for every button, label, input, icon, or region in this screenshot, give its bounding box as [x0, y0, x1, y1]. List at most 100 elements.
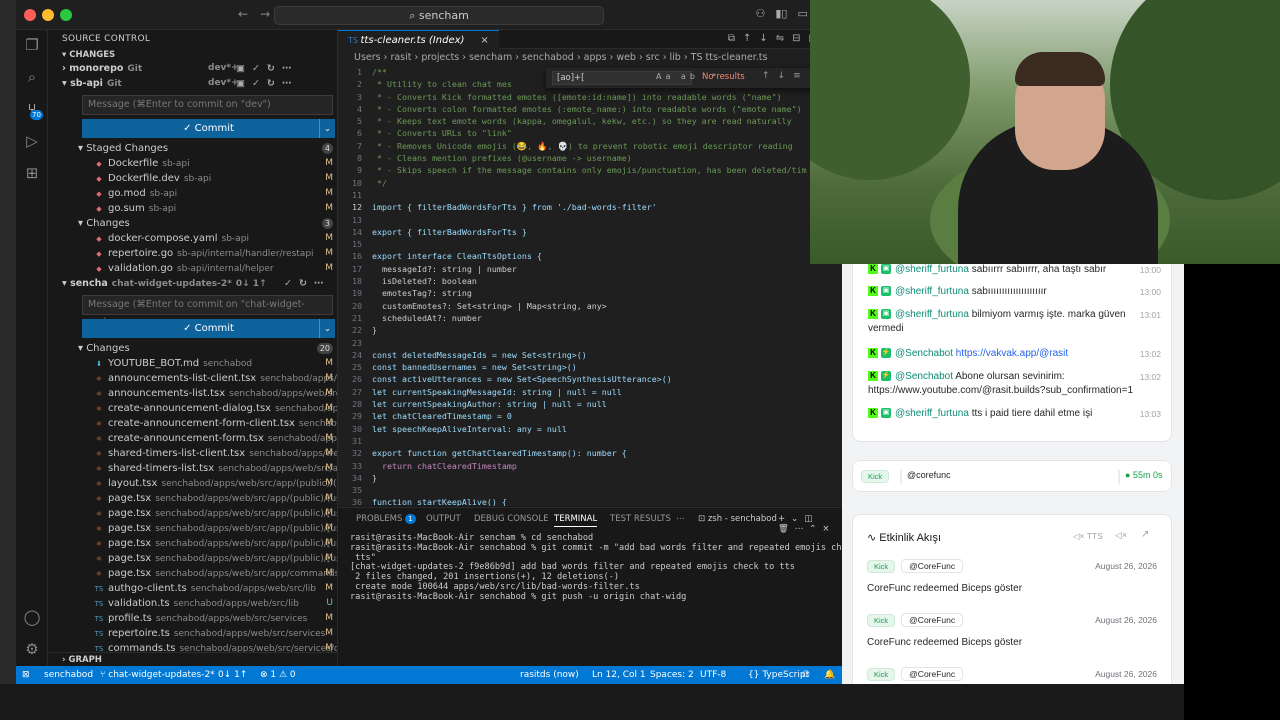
status-position[interactable]: Ln 12, Col 1	[592, 666, 646, 684]
code-line[interactable]: 12 import { filterBadWordsForTts } from '…	[338, 201, 842, 213]
code-line[interactable]: 3 * - Converts Kick formatted emotes ([e…	[338, 91, 842, 103]
file-change-item[interactable]: ◆ go.mod sb-api M	[48, 186, 337, 201]
sencha-commit-button[interactable]: ✓ Commit ⌄	[82, 319, 335, 338]
status-user[interactable]: rasitds (now)	[520, 666, 579, 684]
file-change-item[interactable]: ⚛ page.tsx senchabod/apps/web/src/app/(pub…	[48, 551, 337, 566]
terminal-output[interactable]: rasit@rasits-MacBook-Air sencham % cd se…	[350, 533, 842, 603]
search-icon[interactable]: ⌕	[23, 68, 41, 86]
chat-username[interactable]: @Senchabot	[895, 371, 953, 382]
status-encoding[interactable]: UTF-8	[700, 666, 726, 684]
code-line[interactable]: 11	[338, 189, 842, 201]
up-arrow-icon[interactable]: ↑	[743, 33, 751, 44]
back-button[interactable]: ←	[238, 7, 248, 21]
status-language[interactable]: {} TypeScript	[748, 666, 809, 684]
open-file-icon[interactable]: ⧉	[728, 33, 735, 44]
external-link-icon[interactable]: ↗	[1141, 529, 1149, 540]
file-change-item[interactable]: TS validation.ts senchabod/apps/web/src/li…	[48, 596, 337, 611]
graph-section-header[interactable]: › GRAPH	[48, 652, 337, 666]
file-change-item[interactable]: ◆ repertoire.go sb-api/internal/handler/re…	[48, 246, 337, 261]
file-change-item[interactable]: ◆ validation.go sb-api/internal/helper M	[48, 261, 337, 276]
file-change-item[interactable]: TS profile.ts senchabod/apps/web/src/servi…	[48, 611, 337, 626]
code-line[interactable]: 33 return chatClearedTimestamp	[338, 460, 842, 472]
file-change-item[interactable]: TS authgo-client.ts senchabod/apps/web/src…	[48, 581, 337, 596]
file-change-item[interactable]: TS repertoire.ts senchabod/apps/web/src/se…	[48, 626, 337, 641]
status-spaces[interactable]: Spaces: 2	[650, 666, 694, 684]
code-line[interactable]: 14 export { filterBadWordsForTts }	[338, 226, 842, 238]
close-icon[interactable]: ×	[480, 35, 488, 46]
code-line[interactable]: 16 export interface CleanTtsOptions {	[338, 250, 842, 262]
file-change-item[interactable]: ⚛ shared-timers-list.tsx senchabod/apps/we…	[48, 461, 337, 476]
copilot-icon[interactable]: ⚇	[756, 7, 766, 20]
toggle-sidebar-icon[interactable]: ▮▯	[775, 7, 787, 20]
status-branch[interactable]: ⑂ chat-widget-updates-2*	[100, 666, 215, 684]
code-line[interactable]: 8 * - Cleans mention prefixes (@username…	[338, 152, 842, 164]
file-change-item[interactable]: ⚛ page.tsx senchabod/apps/web/src/app/(pub…	[48, 491, 337, 506]
tab-problems[interactable]: PROBLEMS 1	[356, 514, 416, 524]
file-change-item[interactable]: ⚛ page.tsx senchabod/apps/web/src/app/(pub…	[48, 536, 337, 551]
staged-changes-header[interactable]: ▾ Staged Changes 4	[48, 141, 337, 156]
tab-test-results[interactable]: TEST RESULTS	[610, 514, 671, 524]
file-change-item[interactable]: ⚛ shared-timers-list-client.tsx senchabod/…	[48, 446, 337, 461]
down-arrow-icon[interactable]: ↓	[759, 33, 767, 44]
code-line[interactable]: 17 messageId?: string | number	[338, 263, 842, 275]
changes-header[interactable]: ▾ Changes 3	[48, 216, 337, 231]
explorer-icon[interactable]: ❐	[23, 36, 41, 54]
code-line[interactable]: 19 emotesTag?: string	[338, 287, 842, 299]
file-change-item[interactable]: ⚛ page.tsx senchabod/apps/web/src/app/(pub…	[48, 506, 337, 521]
code-line[interactable]: 31	[338, 435, 842, 447]
code-line[interactable]: 29 let chatClearedTimestamp = 0	[338, 410, 842, 422]
code-line[interactable]: 4 * - Converts colon formatted emotes (:…	[338, 103, 842, 115]
mute-icon[interactable]: ◁×	[1115, 530, 1127, 541]
close-window-button[interactable]	[24, 9, 36, 21]
chat-username[interactable]: @sheriff_furtuna	[895, 408, 969, 419]
code-line[interactable]: 7 * - Removes Unicode emojis (😂, 🔥, 💀) t…	[338, 140, 842, 152]
changes-section-header[interactable]: ▾ CHANGES	[48, 48, 337, 63]
tab-debug-console[interactable]: DEBUG CONSOLE	[474, 514, 548, 524]
status-problems[interactable]: ⊗ 1 ⚠ 0	[260, 666, 296, 684]
chat-username[interactable]: @sheriff_furtuna	[895, 264, 969, 275]
run-debug-icon[interactable]: ▷	[23, 132, 41, 150]
file-change-item[interactable]: ⚛ create-announcement-form-client.tsx senc…	[48, 416, 337, 431]
breadcrumb[interactable]: Users › rasit › projects › sencham › sen…	[338, 49, 842, 66]
code-line[interactable]: 27 let currentSpeakingMessageId: string |…	[338, 386, 842, 398]
code-line[interactable]: 10 */	[338, 177, 842, 189]
extensions-icon[interactable]: ⊞	[23, 164, 41, 182]
sb-api-commit-button[interactable]: ✓ Commit ⌄	[82, 119, 335, 138]
file-change-item[interactable]: ◆ docker-compose.yaml sb-api M	[48, 231, 337, 246]
remote-icon[interactable]: ⊠	[22, 666, 30, 684]
diff-icon[interactable]: ⇋	[776, 33, 784, 44]
file-change-item[interactable]: ⚛ page.tsx senchabod/apps/web/src/app/comm…	[48, 566, 337, 581]
chevron-down-icon[interactable]: ⌄	[319, 319, 335, 338]
more-icon[interactable]: ⋯	[676, 514, 685, 524]
sencha-changes-header[interactable]: ▾ Changes 20	[48, 341, 337, 356]
code-line[interactable]: 9 * - Skips speech if the message contai…	[338, 164, 842, 176]
code-line[interactable]: 5 * - Keeps text emote words (kappa, ome…	[338, 115, 842, 127]
code-line[interactable]: 24 const deletedMessageIds = new Set<stri…	[338, 349, 842, 361]
tab-output[interactable]: OUTPUT	[426, 514, 461, 524]
file-change-item[interactable]: ⚛ page.tsx senchabod/apps/web/src/app/(pub…	[48, 521, 337, 536]
repo-sb-api[interactable]: ▾ sb-api Git dev*+ ▣✓↻⋯	[48, 76, 337, 91]
tab-tts-cleaner[interactable]: TS tts-cleaner.ts (Index) ×	[338, 30, 499, 49]
gear-icon[interactable]: ⚙	[23, 640, 41, 658]
chat-username[interactable]: @sheriff_furtuna	[895, 286, 969, 297]
file-change-item[interactable]: ⚛ create-announcement-dialog.tsx senchabod…	[48, 401, 337, 416]
zoom-window-button[interactable]	[60, 9, 72, 21]
code-line[interactable]: 23	[338, 337, 842, 349]
code-line[interactable]: 36 function startKeepAlive() {	[338, 496, 842, 506]
code-line[interactable]: 21 scheduledAt?: number	[338, 312, 842, 324]
repo-sencha[interactable]: ▾ sencha chat-widget-updates-2* 0↓ 1↑ ✓↻⋯	[48, 276, 337, 291]
minimize-window-button[interactable]	[42, 9, 54, 21]
code-line[interactable]: 20 customEmotes?: Set<string> | Map<stri…	[338, 300, 842, 312]
code-line[interactable]: 13	[338, 214, 842, 226]
code-line[interactable]: 22}	[338, 324, 842, 336]
code-line[interactable]: 34}	[338, 472, 842, 484]
command-center-search[interactable]: ⌕ sencham	[274, 6, 604, 25]
file-change-item[interactable]: ⚛ create-announcement-form.tsx senchabod/a…	[48, 431, 337, 446]
code-line[interactable]: 15	[338, 238, 842, 250]
code-line[interactable]: 28 let currentSpeakingAuthor: string | nu…	[338, 398, 842, 410]
event-user[interactable]: @CoreFunc	[901, 559, 964, 573]
event-user[interactable]: @CoreFunc	[901, 613, 964, 627]
code-line[interactable]: 18 isDeleted?: boolean	[338, 275, 842, 287]
forward-button[interactable]: →	[260, 7, 270, 21]
code-line[interactable]: 6 * - Converts URLs to "link"	[338, 127, 842, 139]
